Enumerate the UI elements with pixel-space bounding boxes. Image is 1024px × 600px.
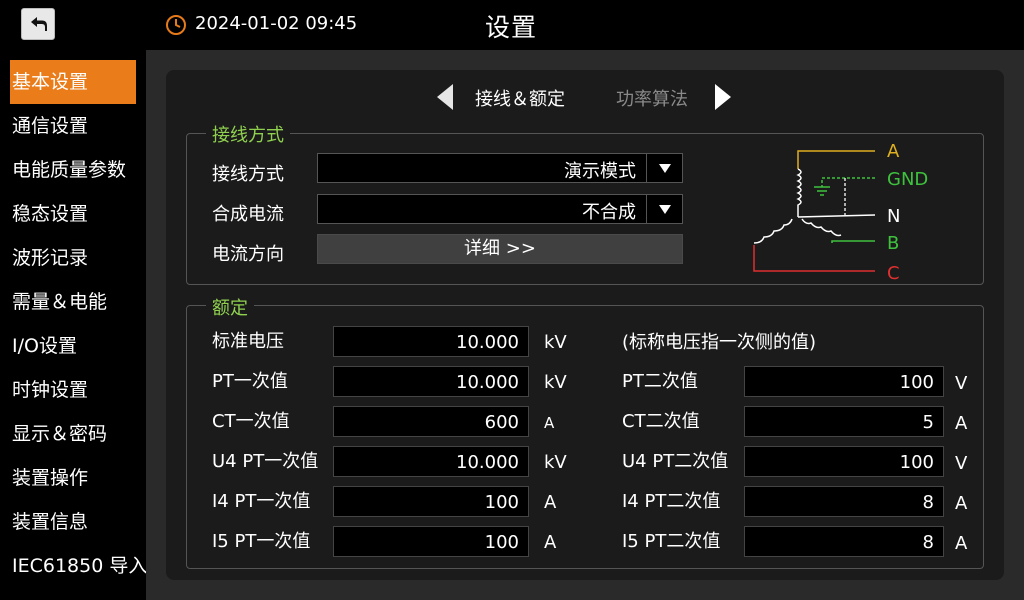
clock-icon <box>166 15 186 35</box>
wiring-diagram <box>753 150 876 272</box>
top-bar: 2024-01-02 09:45 设置 <box>0 0 1024 50</box>
next-tab-arrow-icon[interactable] <box>714 83 732 111</box>
u4-pt-secondary-input[interactable]: 100 <box>744 446 944 477</box>
wiring-mode-label: 接线方式 <box>212 164 284 185</box>
i4-pt-primary-input[interactable]: 100 <box>333 486 529 517</box>
pt-secondary-input[interactable]: 100 <box>744 366 944 397</box>
ct-primary-input[interactable]: 600 <box>333 406 529 437</box>
u4-pt-secondary-unit: V <box>955 453 968 474</box>
sidebar-item-steady-state[interactable]: 稳态设置 <box>10 192 136 236</box>
u4-pt-secondary-label: U4 PT二次值 <box>622 451 729 472</box>
ct-secondary-input[interactable]: 5 <box>744 406 944 437</box>
pt-primary-input[interactable]: 10.000 <box>333 366 529 397</box>
i5-pt-primary-label: I5 PT一次值 <box>212 531 311 552</box>
current-direction-label: 电流方向 <box>212 244 284 265</box>
i4-pt-secondary-label: I4 PT二次值 <box>622 491 721 512</box>
i4-pt-secondary-input[interactable]: 8 <box>744 486 944 517</box>
u4-pt-primary-input[interactable]: 10.000 <box>333 446 529 477</box>
i4-pt-primary-unit: A <box>544 492 557 513</box>
sidebar-item-power-quality[interactable]: 电能质量参数 <box>10 148 136 192</box>
sidebar-item-device-operation[interactable]: 装置操作 <box>10 456 136 500</box>
pt-primary-unit: kV <box>544 372 567 393</box>
current-direction-detail-button[interactable]: 详细 >> <box>317 234 683 264</box>
ct-primary-label: CT一次值 <box>212 411 290 432</box>
rated-group-title: 额定 <box>206 294 254 320</box>
sidebar: 基本设置 通信设置 电能质量参数 稳态设置 波形记录 需量＆电能 I/O设置 时… <box>0 50 147 600</box>
sidebar-item-display-password[interactable]: 显示＆密码 <box>10 412 136 456</box>
pt-secondary-label: PT二次值 <box>622 371 698 392</box>
wiring-label-c: C <box>887 263 900 284</box>
wiring-mode-value: 演示模式 <box>564 161 636 182</box>
i5-pt-secondary-label: I5 PT二次值 <box>622 531 721 552</box>
wiring-group-title: 接线方式 <box>206 121 290 147</box>
rated-voltage-label: 标准电压 <box>212 331 284 352</box>
wiring-label-a: A <box>887 141 900 162</box>
sidebar-item-waveform-record[interactable]: 波形记录 <box>10 236 136 280</box>
pt-primary-label: PT一次值 <box>212 371 288 392</box>
prev-tab-arrow-icon[interactable] <box>436 83 454 111</box>
sidebar-item-comm-settings[interactable]: 通信设置 <box>10 104 136 148</box>
tab-wiring-rated[interactable]: 接线＆额定 <box>475 85 565 111</box>
dropdown-button[interactable] <box>646 154 682 182</box>
sidebar-item-clock-settings[interactable]: 时钟设置 <box>10 368 136 412</box>
ct-secondary-label: CT二次值 <box>622 411 700 432</box>
rated-voltage-note: (标称电压指一次侧的值) <box>622 332 817 353</box>
back-button[interactable] <box>21 8 55 40</box>
i5-pt-secondary-unit: A <box>955 533 968 554</box>
combine-current-select[interactable]: 不合成 <box>317 194 683 224</box>
ct-secondary-unit: A <box>955 413 968 434</box>
rated-voltage-input[interactable]: 10.000 <box>333 326 529 357</box>
main-area: 接线＆额定 功率算法 接线方式 接线方式 演示模式 合成电流 不合成 电流方向 … <box>146 50 1024 600</box>
i5-pt-secondary-input[interactable]: 8 <box>744 526 944 557</box>
settings-panel: 接线＆额定 功率算法 接线方式 接线方式 演示模式 合成电流 不合成 电流方向 … <box>166 70 1004 580</box>
chevron-down-icon <box>659 205 671 214</box>
datetime: 2024-01-02 09:45 <box>195 13 358 34</box>
i4-pt-secondary-unit: A <box>955 493 968 514</box>
sidebar-item-iec61850-import[interactable]: IEC61850 导入 <box>10 544 147 588</box>
sidebar-item-device-info[interactable]: 装置信息 <box>10 500 136 544</box>
combine-current-label: 合成电流 <box>212 204 284 225</box>
wiring-label-gnd: GND <box>887 169 929 190</box>
chevron-down-icon <box>659 164 671 173</box>
return-arrow-icon <box>31 17 47 31</box>
u4-pt-primary-unit: kV <box>544 452 567 473</box>
sidebar-item-basic-settings[interactable]: 基本设置 <box>10 60 136 104</box>
tab-power-algorithm[interactable]: 功率算法 <box>616 85 688 111</box>
rated-voltage-unit: kV <box>544 332 567 353</box>
i4-pt-primary-label: I4 PT一次值 <box>212 491 311 512</box>
u4-pt-primary-label: U4 PT一次值 <box>212 451 319 472</box>
dropdown-button[interactable] <box>646 195 682 223</box>
ct-primary-unit: A <box>544 414 555 432</box>
wiring-label-n: N <box>887 206 901 227</box>
i5-pt-primary-unit: A <box>544 532 557 553</box>
sidebar-item-io-settings[interactable]: I/O设置 <box>10 324 136 368</box>
page-title: 设置 <box>485 13 538 42</box>
wiring-label-b: B <box>887 233 900 254</box>
sidebar-item-demand-energy[interactable]: 需量＆电能 <box>10 280 136 324</box>
combine-current-value: 不合成 <box>582 202 636 223</box>
pt-secondary-unit: V <box>955 373 968 394</box>
wiring-mode-select[interactable]: 演示模式 <box>317 153 683 183</box>
i5-pt-primary-input[interactable]: 100 <box>333 526 529 557</box>
